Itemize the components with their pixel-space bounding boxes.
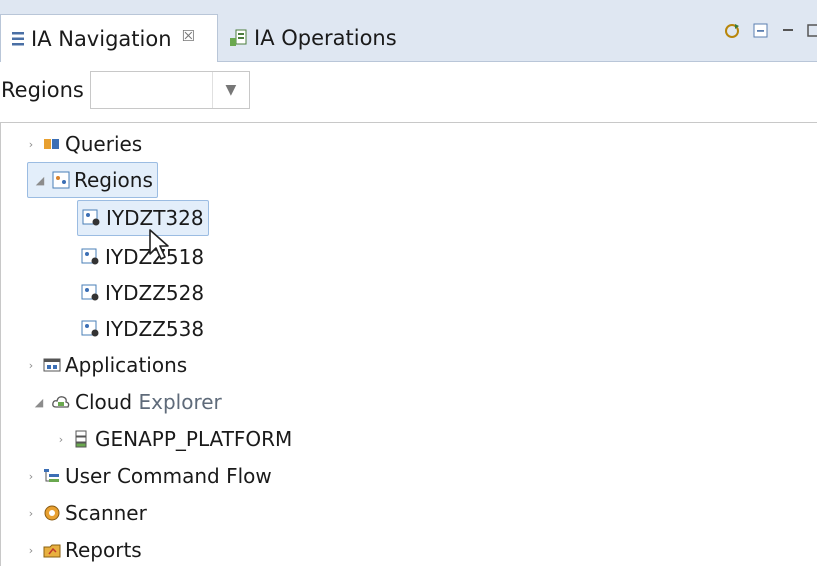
tab-label: IA Navigation	[31, 26, 172, 51]
tree-item-region[interactable]: IYDZZ538	[81, 312, 204, 346]
expand-icon[interactable]: ›	[53, 433, 69, 446]
region-combo[interactable]: ▼	[89, 71, 250, 109]
tree-label: Regions	[74, 168, 153, 192]
tree-item-queries[interactable]: › Queries	[23, 127, 142, 161]
region-instance-icon	[82, 209, 102, 227]
queries-icon	[43, 136, 61, 152]
reports-icon	[43, 541, 61, 559]
expand-icon[interactable]: ›	[23, 507, 39, 520]
chevron-down-icon[interactable]: ▼	[211, 72, 249, 108]
region-filter-bar: Regions ▼	[0, 62, 817, 118]
expand-icon[interactable]: ›	[23, 544, 39, 557]
tree-label-cloud: Cloud	[75, 390, 133, 414]
maximize-icon[interactable]	[807, 23, 817, 39]
tree-item-user-command-flow[interactable]: › User Command Flow	[23, 459, 272, 493]
tree-label: Queries	[65, 132, 143, 156]
tree-item-region[interactable]: IYDZZ528	[81, 276, 204, 310]
tree-label: IYDZZ528	[105, 281, 205, 305]
filter-label: Regions	[1, 78, 84, 102]
expand-icon[interactable]: ›	[23, 138, 39, 151]
view-tab-bar: IA Navigation ☒ IA Operations	[0, 0, 817, 62]
navigation-list-icon	[11, 30, 25, 48]
applications-icon	[43, 357, 61, 373]
region-instance-icon	[81, 320, 101, 338]
region-combo-input[interactable]	[90, 73, 219, 107]
tree-item-region[interactable]: IYDZZ518	[81, 240, 204, 274]
tree-item-applications[interactable]: › Applications	[23, 348, 187, 382]
platform-icon	[73, 430, 91, 448]
command-flow-icon	[43, 468, 61, 484]
close-icon[interactable]: ☒	[182, 27, 195, 45]
collapse-all-icon[interactable]	[753, 23, 769, 39]
view-toolbar	[723, 22, 817, 40]
tree-item-cloud-explorer[interactable]: ◢ Cloud Explorer	[31, 385, 222, 419]
tree-label: Applications	[65, 353, 188, 377]
tree-label: User Command Flow	[65, 464, 272, 488]
tree-label: Reports	[65, 538, 142, 562]
tab-ia-operations[interactable]: IA Operations	[222, 14, 397, 62]
expand-icon[interactable]: ›	[23, 359, 39, 372]
tree-item-reports[interactable]: › Reports	[23, 533, 142, 567]
tree-label-explorer: Explorer	[138, 390, 222, 414]
region-instance-icon	[81, 248, 101, 266]
mouse-pointer-icon	[148, 228, 172, 266]
tree-label: IYDZZ538	[105, 317, 205, 341]
region-instance-icon	[81, 284, 101, 302]
tree-item-regions[interactable]: ◢ Regions	[27, 162, 158, 198]
expand-icon[interactable]: ›	[23, 470, 39, 483]
scanner-icon	[43, 504, 61, 522]
refresh-icon[interactable]	[723, 22, 741, 40]
collapse-icon[interactable]: ◢	[32, 174, 48, 187]
tab-label: IA Operations	[254, 26, 397, 50]
cloud-icon	[51, 394, 71, 410]
operations-icon	[228, 28, 248, 48]
minimize-icon[interactable]	[781, 24, 795, 38]
collapse-icon[interactable]: ◢	[31, 396, 47, 409]
tree-label: Scanner	[65, 501, 147, 525]
tree-item-scanner[interactable]: › Scanner	[23, 496, 147, 530]
tree-item-region[interactable]: IYDZT328	[77, 200, 209, 236]
tree-item-genapp-platform[interactable]: › GENAPP_PLATFORM	[53, 422, 293, 456]
navigation-tree: › Queries ◢ Regions IYDZT328 IYDZZ518 IY…	[0, 122, 817, 566]
tree-label: GENAPP_PLATFORM	[95, 427, 293, 451]
regions-icon	[52, 171, 70, 189]
tab-ia-navigation[interactable]: IA Navigation ☒	[0, 14, 218, 62]
tree-label: IYDZT328	[106, 206, 204, 230]
